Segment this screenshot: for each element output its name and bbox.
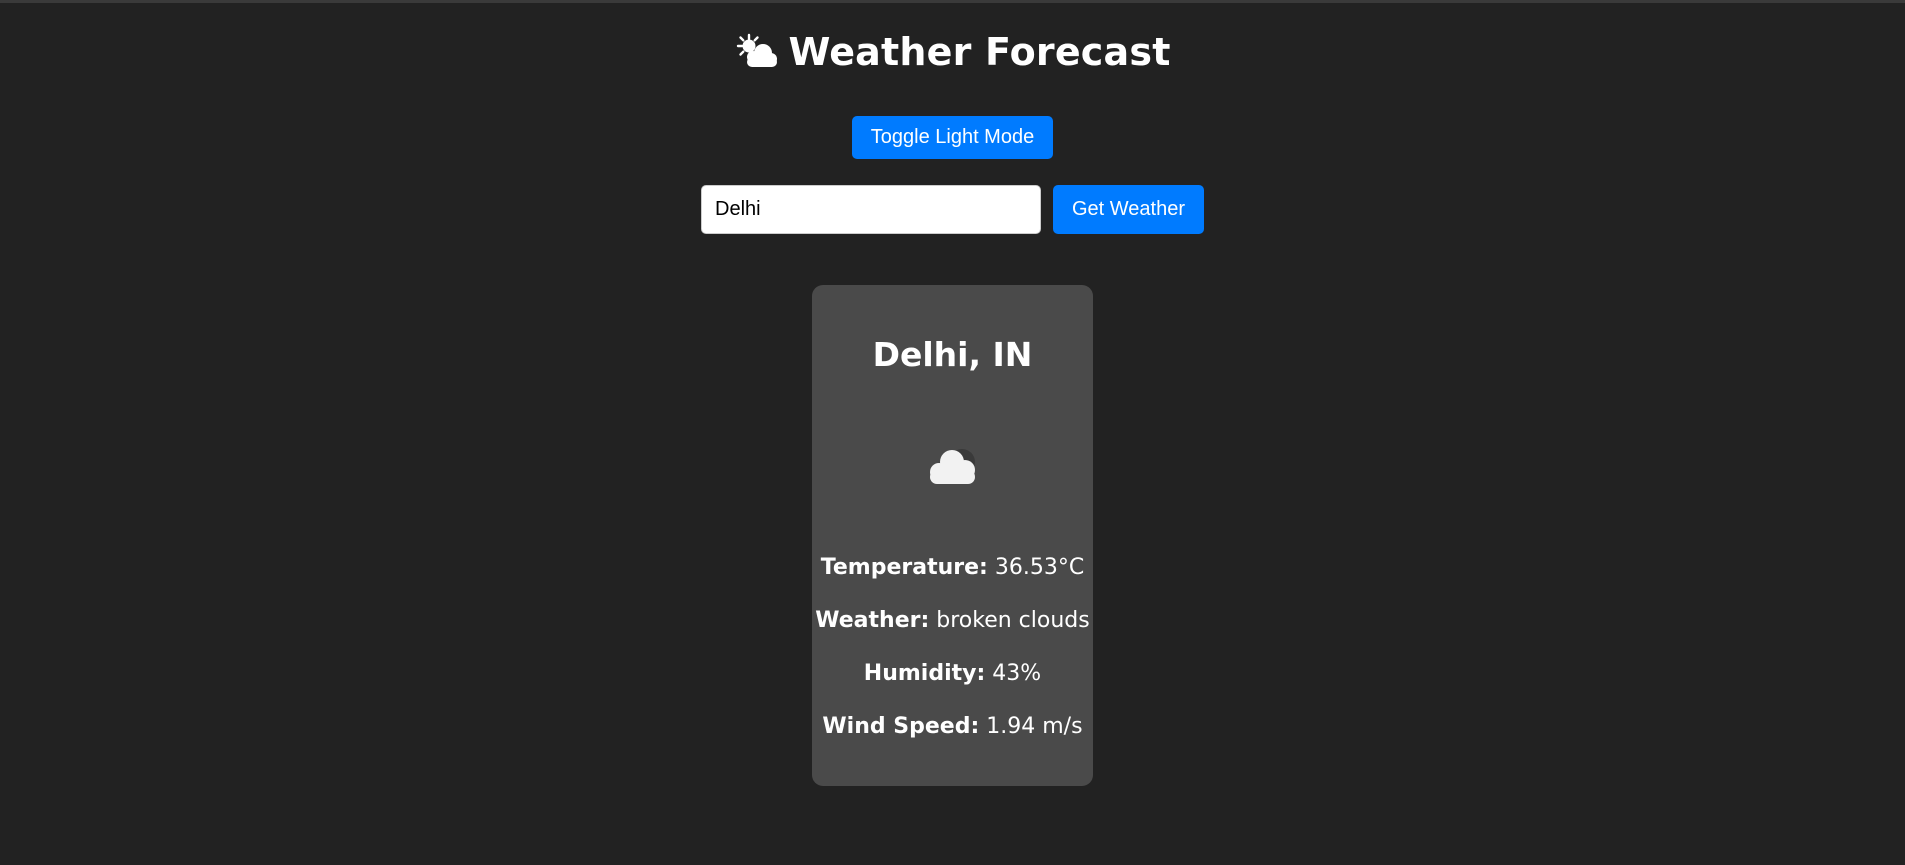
temperature-line: Temperature: 36.53°C [821, 555, 1084, 580]
city-search-input[interactable] [701, 185, 1041, 234]
humidity-line: Humidity: 43% [864, 661, 1041, 686]
temperature-value: 36.53°C [994, 555, 1085, 580]
weather-details: Temperature: 36.53°C Weather: broken clo… [815, 555, 1089, 739]
cloud-icon [929, 449, 975, 484]
get-weather-button[interactable]: Get Weather [1053, 185, 1204, 234]
toggle-light-mode-button[interactable]: Toggle Light Mode [852, 116, 1053, 159]
page-container: Weather Forecast Toggle Light Mode Get W… [0, 0, 1905, 786]
wind-speed-line: Wind Speed: 1.94 m/s [822, 714, 1082, 739]
window-top-border [0, 0, 1905, 3]
detail-label: Weather: [815, 608, 930, 633]
detail-label: Temperature: [820, 555, 988, 580]
page-title: Weather Forecast [734, 28, 1170, 76]
weather-card: Delhi, IN Temperature: 36.53°C Weather: … [812, 285, 1093, 786]
city-name: Delhi, IN [872, 335, 1033, 374]
weather-description-value: broken clouds [936, 608, 1090, 633]
search-row: Get Weather [701, 185, 1204, 234]
page-title-text: Weather Forecast [788, 30, 1171, 74]
humidity-value: 43% [992, 661, 1042, 686]
wind-speed-value: 1.94 m/s [986, 714, 1083, 739]
detail-label: Wind Speed: [822, 714, 980, 739]
sun-behind-cloud-icon [737, 33, 778, 67]
weather-description-line: Weather: broken clouds [815, 608, 1089, 633]
detail-label: Humidity: [863, 661, 986, 686]
